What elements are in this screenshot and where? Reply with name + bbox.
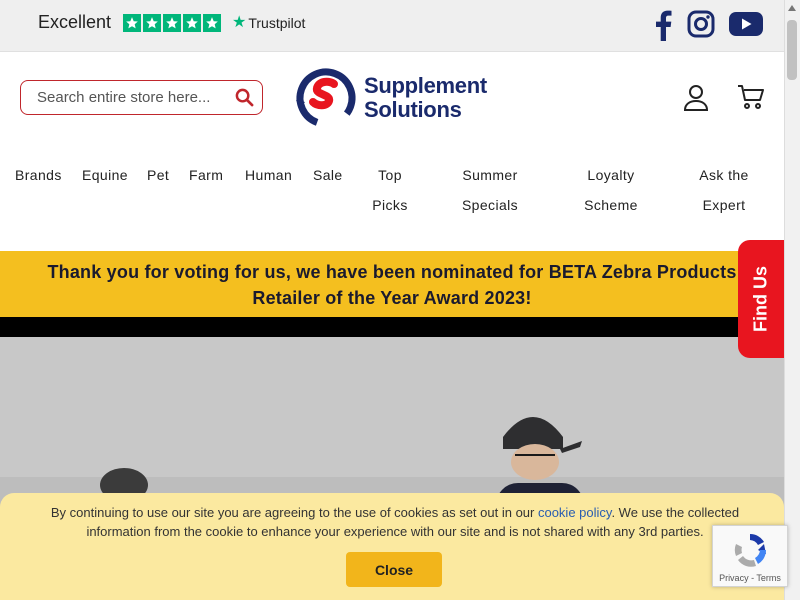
nav-item-top-picks[interactable]: Top Picks	[370, 160, 410, 220]
trustpilot-stars[interactable]	[123, 14, 221, 32]
nav-item-label: Scheme	[584, 197, 638, 213]
star-icon	[123, 14, 141, 32]
nav-item-label: Specials	[461, 197, 519, 213]
recaptcha-privacy-link[interactable]: Privacy	[719, 573, 749, 583]
nav-item-label: Summer	[462, 167, 518, 183]
cookie-banner: By continuing to use our site you are ag…	[0, 493, 784, 600]
divider-bar	[0, 317, 784, 337]
vertical-scrollbar[interactable]	[784, 0, 800, 600]
trustpilot-star-icon: ★	[232, 14, 247, 31]
logo-mark-icon	[296, 68, 356, 128]
nav-item-label: Picks	[372, 197, 408, 213]
nav-item-label: Ask the	[699, 167, 749, 183]
nav-item-sale[interactable]: Sale	[313, 160, 343, 190]
star-icon	[143, 14, 161, 32]
main-nav: Brands Equine Pet Farm Human Sale Top Pi…	[0, 160, 784, 250]
trust-bar: Excellent ★ Trustpilot	[0, 0, 784, 52]
banner-line2: Retailer of the Year Award 2023!	[252, 288, 532, 308]
search-input[interactable]	[35, 88, 225, 107]
cookie-text: By continuing to use our site you are ag…	[30, 503, 760, 541]
recaptcha-terms-link[interactable]: Terms	[756, 573, 781, 583]
star-icon	[163, 14, 181, 32]
nav-item-label: Top	[378, 167, 402, 183]
rating-label: Excellent	[38, 12, 112, 32]
recaptcha-badge[interactable]: Privacy - Terms	[712, 525, 788, 587]
cookie-policy-link[interactable]: cookie policy	[538, 505, 611, 520]
logo-line1: Supplement	[364, 73, 487, 98]
trustpilot-logo[interactable]: ★ Trustpilot	[232, 14, 306, 32]
recaptcha-icon	[734, 533, 767, 567]
nav-item-equine[interactable]: Equine	[82, 160, 128, 190]
search-icon[interactable]	[235, 88, 254, 112]
account-icon[interactable]	[683, 84, 709, 117]
youtube-icon[interactable]	[729, 12, 763, 41]
facebook-icon[interactable]	[652, 9, 674, 46]
instagram-icon[interactable]	[687, 10, 715, 43]
find-us-label: Find Us	[750, 266, 771, 332]
scroll-up-arrow-icon[interactable]	[784, 0, 800, 16]
logo-line2: Solutions	[364, 97, 462, 122]
announcement-banner: Thank you for voting for us, we have bee…	[0, 251, 784, 317]
nav-item-brands[interactable]: Brands	[15, 160, 62, 190]
nav-item-summer-specials[interactable]: Summer Specials	[455, 160, 525, 220]
nav-item-human[interactable]: Human	[245, 160, 292, 190]
find-us-tab[interactable]: Find Us	[738, 240, 784, 358]
site-logo[interactable]: Supplement Solutions	[294, 66, 494, 130]
cookie-text-before: By continuing to use our site you are ag…	[50, 505, 538, 520]
trustpilot-label: Trustpilot	[248, 15, 306, 31]
scroll-thumb[interactable]	[787, 20, 797, 80]
nav-item-label: Loyalty	[587, 167, 635, 183]
search-box	[20, 80, 263, 115]
star-icon	[183, 14, 201, 32]
nav-item-pet[interactable]: Pet	[147, 160, 169, 190]
nav-item-ask-the-expert[interactable]: Ask the Expert	[694, 160, 754, 220]
nav-item-label: Expert	[702, 197, 746, 213]
nav-item-farm[interactable]: Farm	[189, 160, 223, 190]
cart-icon[interactable]	[737, 84, 765, 115]
banner-line1: Thank you for voting for us, we have bee…	[47, 262, 737, 282]
star-icon	[203, 14, 221, 32]
nav-item-loyalty-scheme[interactable]: Loyalty Scheme	[578, 160, 644, 220]
close-button[interactable]: Close	[346, 552, 442, 587]
